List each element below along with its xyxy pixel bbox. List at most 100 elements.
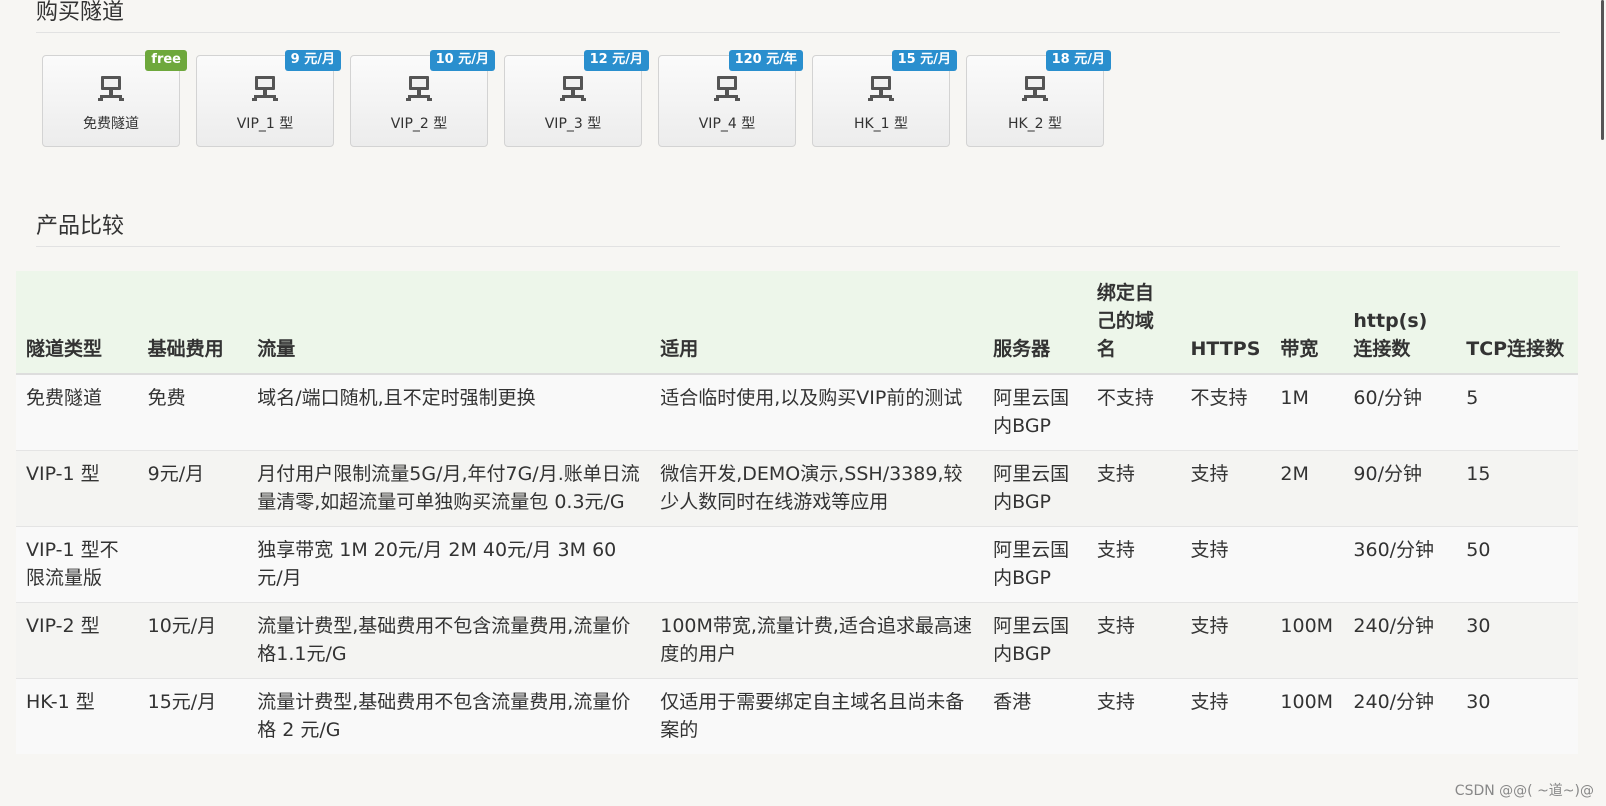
table-cell: 流量计费型,基础费用不包含流量费用,流量价格 2 元/G: [247, 678, 651, 754]
table-row: 免费隧道 免费 域名/端口随机,且不定时强制更换 适合临时使用,以及购买VIP前…: [16, 373, 1578, 451]
table-cell: 香港: [983, 678, 1087, 754]
table-cell: 独享带宽 1M 20元/月 2M 40元/月 3M 60元/月: [247, 526, 651, 603]
price-badge: free: [145, 50, 187, 71]
tunnel-card-vip1[interactable]: 9 元/月 VIP_1 型: [196, 50, 341, 147]
table-cell: 阿里云国内BGP: [983, 450, 1087, 527]
table-cell: 9元/月: [137, 450, 248, 527]
table-cell: 支持: [1086, 526, 1181, 603]
tunnel-card-label: HK_2 型: [1007, 116, 1063, 132]
network-computer-icon: [406, 76, 432, 101]
network-computer-icon: [868, 76, 894, 101]
table-cell: 适合临时使用,以及购买VIP前的测试: [650, 373, 984, 451]
table-row: VIP-1 型 9元/月 月付用户限制流量5G/月,年付7G/月.账单日流量清零…: [16, 450, 1578, 527]
table-cell: 100M: [1270, 602, 1344, 679]
network-computer-icon: [1022, 76, 1048, 101]
col-header-usage: 适用: [650, 271, 984, 375]
table-cell: 月付用户限制流量5G/月,年付7G/月.账单日流量清零,如超流量可单独购买流量包…: [247, 450, 651, 527]
col-header-server: 服务器: [983, 271, 1087, 375]
table-cell: 支持: [1086, 678, 1181, 754]
table-cell: [1270, 526, 1344, 603]
table-cell: 15元/月: [137, 678, 248, 754]
table-cell: 1M: [1270, 373, 1344, 451]
compare-section-title: 产品比较: [36, 214, 125, 239]
network-computer-icon: [714, 76, 740, 101]
table-cell: 50: [1456, 526, 1578, 603]
tunnel-card-vip4[interactable]: 120 元/年 VIP_4 型: [658, 50, 803, 147]
table-cell: 域名/端口随机,且不定时强制更换: [247, 373, 651, 451]
table-cell: 240/分钟: [1343, 602, 1457, 679]
network-computer-icon: [252, 76, 278, 101]
tunnel-card-label: 免费隧道: [83, 116, 139, 132]
tunnel-card-hk2[interactable]: 18 元/月 HK_2 型: [966, 50, 1111, 147]
comparison-table: 隧道类型 基础费用 流量 适用 服务器 绑定自己的域名 HTTPS 带宽 htt…: [16, 271, 1578, 754]
table-cell: 阿里云国内BGP: [983, 602, 1087, 679]
table-cell: 360/分钟: [1343, 526, 1457, 603]
table-cell: 支持: [1086, 602, 1181, 679]
table-cell: [137, 526, 248, 603]
price-badge: 18 元/月: [1045, 50, 1111, 71]
col-header-type: 隧道类型: [16, 271, 138, 375]
table-cell: 支持: [1086, 450, 1181, 527]
table-cell: 支持: [1180, 678, 1271, 754]
network-computer-icon: [560, 76, 586, 101]
scrollbar-thumb[interactable]: [1601, 0, 1604, 140]
price-badge: 15 元/月: [891, 50, 957, 71]
col-header-traffic: 流量: [247, 271, 651, 375]
tunnel-card-vip3[interactable]: 12 元/月 VIP_3 型: [504, 50, 649, 147]
table-cell: 30: [1456, 678, 1578, 754]
table-cell: 支持: [1180, 526, 1271, 603]
table-cell: 微信开发,DEMO演示,SSH/3389,较少人数同时在线游戏等应用: [650, 450, 984, 527]
table-cell: 60/分钟: [1343, 373, 1457, 451]
tunnel-card-label: VIP_2 型: [390, 116, 448, 132]
col-header-https: HTTPS: [1180, 271, 1271, 375]
table-row: VIP-1 型不限流量版 独享带宽 1M 20元/月 2M 40元/月 3M 6…: [16, 526, 1578, 603]
tunnel-card-label: VIP_1 型: [236, 116, 294, 132]
table-cell: 100M: [1270, 678, 1344, 754]
network-computer-icon: [98, 76, 124, 101]
price-badge: 12 元/月: [583, 50, 649, 71]
scrollbar[interactable]: [1596, 0, 1606, 140]
table-cell: 仅适用于需要绑定自主域名且尚未备案的: [650, 678, 984, 754]
table-cell: 不支持: [1180, 373, 1271, 451]
col-header-tcp-connections: TCP连接数: [1456, 271, 1578, 375]
table-row: HK-1 型 15元/月 流量计费型,基础费用不包含流量费用,流量价格 2 元/…: [16, 678, 1578, 754]
page: 购买隧道 free 免费隧道 9 元/月 VIP_1 型 10 元/月 VIP_…: [0, 0, 1606, 806]
table-cell: 30: [1456, 602, 1578, 679]
table-cell: 阿里云国内BGP: [983, 526, 1087, 603]
col-header-bandwidth: 带宽: [1270, 271, 1344, 375]
table-cell: 流量计费型,基础费用不包含流量费用,流量价格1.1元/G: [247, 602, 651, 679]
table-cell: 10元/月: [137, 602, 248, 679]
col-header-base-fee: 基础费用: [137, 271, 248, 375]
tunnel-card-free[interactable]: free 免费隧道: [42, 50, 187, 147]
tunnel-card-hk1[interactable]: 15 元/月 HK_1 型: [812, 50, 957, 147]
table-cell: 免费: [137, 373, 248, 451]
table-cell: 支持: [1180, 450, 1271, 527]
price-badge: 9 元/月: [284, 50, 341, 71]
buy-section-title: 购买隧道: [36, 0, 125, 25]
table-cell: 90/分钟: [1343, 450, 1457, 527]
divider: [36, 32, 1560, 33]
table-cell: 2M: [1270, 450, 1344, 527]
price-badge: 10 元/月: [429, 50, 495, 71]
table-cell: 支持: [1180, 602, 1271, 679]
price-badge: 120 元/年: [728, 50, 803, 71]
table-cell: 15: [1456, 450, 1578, 527]
tunnel-card-label: HK_1 型: [853, 116, 909, 132]
tunnel-card-label: VIP_4 型: [698, 116, 756, 132]
tunnel-card-label: VIP_3 型: [544, 116, 602, 132]
table-cell: 5: [1456, 373, 1578, 451]
table-cell: [650, 526, 984, 603]
table-row: VIP-2 型 10元/月 流量计费型,基础费用不包含流量费用,流量价格1.1元…: [16, 602, 1578, 679]
table-cell: HK-1 型: [16, 678, 138, 754]
col-header-custom-domain: 绑定自己的域名: [1086, 271, 1181, 375]
table-cell: 免费隧道: [16, 373, 138, 451]
col-header-http-connections: http(s)连接数: [1343, 271, 1457, 375]
divider: [36, 246, 1560, 247]
table-cell: VIP-1 型: [16, 450, 138, 527]
watermark: CSDN @@( ~道~)@: [1454, 783, 1594, 799]
table-cell: VIP-1 型不限流量版: [16, 526, 138, 603]
table-header-row: 隧道类型 基础费用 流量 适用 服务器 绑定自己的域名 HTTPS 带宽 htt…: [16, 271, 1578, 375]
tunnel-card-vip2[interactable]: 10 元/月 VIP_2 型: [350, 50, 495, 147]
table-cell: 100M带宽,流量计费,适合追求最高速度的用户: [650, 602, 984, 679]
table-cell: VIP-2 型: [16, 602, 138, 679]
